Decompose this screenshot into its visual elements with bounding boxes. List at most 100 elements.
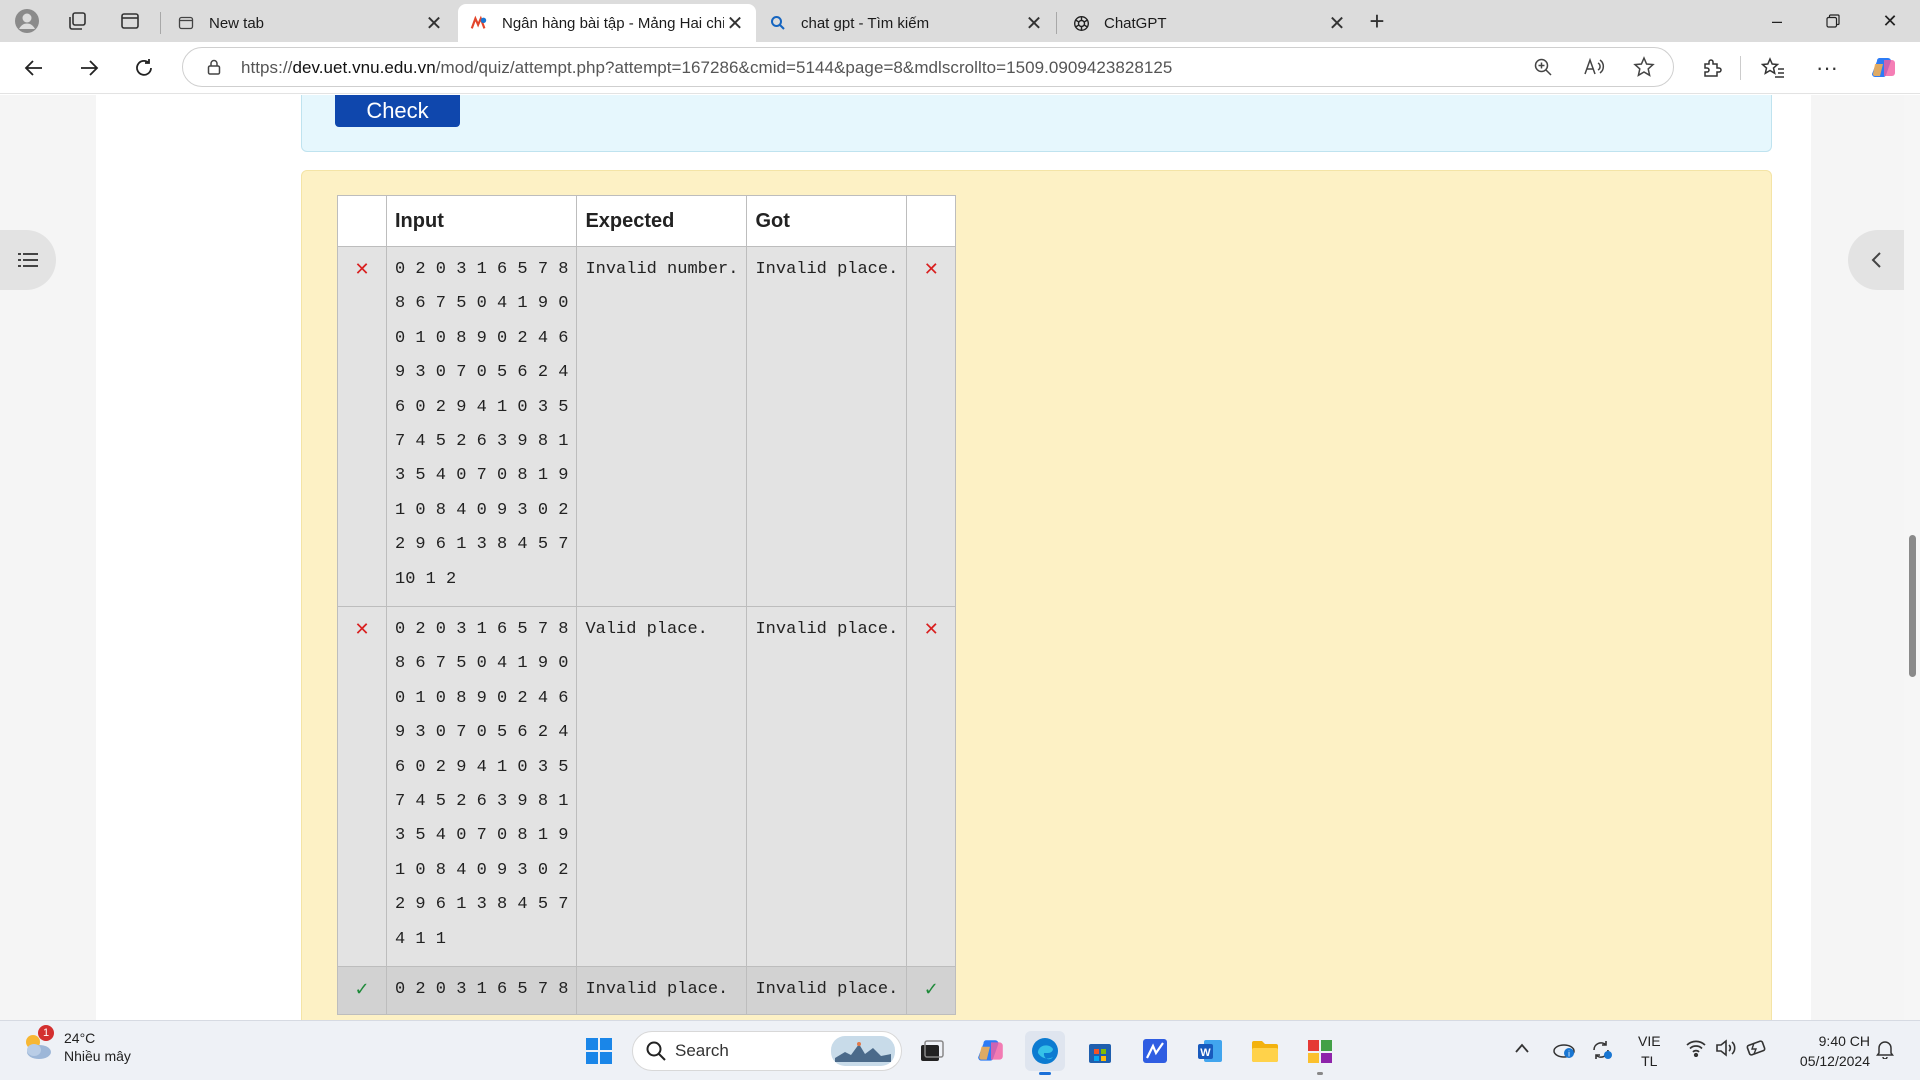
row-status-cell: ✕ (337, 246, 387, 607)
close-tab-icon[interactable]: ✕ (423, 12, 445, 35)
svg-text:W: W (1200, 1047, 1211, 1059)
puzzle-icon (1704, 59, 1722, 77)
header-input: Input (385, 195, 578, 247)
expected-cell: Invalid place. (576, 965, 748, 1016)
input-line: 2 9 6 1 3 8 4 5 7 (395, 895, 569, 915)
input-line: 6 0 2 9 4 1 0 3 5 (395, 757, 569, 777)
battery-icon[interactable] (1745, 1039, 1769, 1062)
close-tab-icon[interactable]: ✕ (1326, 12, 1348, 35)
input-line: 9 3 0 7 0 5 6 2 4 (395, 723, 569, 743)
tab-chatgpt[interactable]: ChatGPT ✕ (1060, 4, 1358, 42)
read-aloud-icon[interactable] (1583, 57, 1605, 82)
row-result-cell: ✕ (906, 606, 957, 967)
address-bar[interactable]: https://dev.uet.vnu.edu.vn/mod/quiz/atte… (182, 47, 1674, 87)
app-taskbar-button[interactable] (1135, 1031, 1175, 1071)
close-window-button[interactable]: ✕ (1862, 0, 1918, 42)
cross-icon: ✕ (354, 259, 370, 280)
actual-output: Invalid place. (755, 260, 899, 279)
profile-icon (15, 9, 39, 33)
input-line: 1 0 8 4 0 9 3 0 2 (395, 860, 569, 880)
notification-bell-icon[interactable] (1876, 1039, 1894, 1064)
lock-icon[interactable] (205, 58, 223, 81)
word-icon: W (1198, 1040, 1222, 1062)
weather-description: Nhiều mây (64, 1048, 131, 1064)
tab-bing-search[interactable]: chat gpt - Tìm kiếm ✕ (757, 4, 1055, 42)
row-status-cell: ✕ (337, 606, 387, 967)
checkmark-icon: ✓ (354, 979, 370, 1000)
input-cell: 0 2 0 3 1 6 5 7 8 8 6 7 5 0 4 1 9 0 0 1 … (385, 246, 578, 607)
check-button[interactable]: Check (335, 95, 460, 127)
table-row: ✓ 0 2 0 3 1 6 5 7 8 Invalid place. Inval… (337, 965, 957, 1016)
input-line: 0 2 0 3 1 6 5 7 8 (395, 260, 569, 279)
new-tab-button[interactable]: + (1360, 5, 1394, 37)
store-taskbar-button[interactable] (1080, 1031, 1120, 1071)
edge-icon (1032, 1038, 1058, 1064)
tab-title: New tab (209, 14, 265, 32)
input-line: 3 5 4 0 7 0 8 1 9 (395, 466, 569, 486)
cross-icon: ✕ (354, 619, 370, 640)
start-button[interactable] (579, 1031, 619, 1071)
weather-widget[interactable]: 1 24°C Nhiều mây (20, 1025, 131, 1065)
settings-more-button[interactable]: ··· (1809, 50, 1845, 86)
sync-icon[interactable] (1590, 1039, 1614, 1066)
zoom-icon[interactable] (1533, 57, 1553, 82)
system-clock[interactable]: 9:40 CH 05/12/2024 (1780, 1031, 1870, 1071)
favorites-list-icon (1761, 57, 1784, 78)
page-scrollbar[interactable] (1904, 95, 1920, 1020)
cross-icon: ✕ (923, 619, 939, 640)
course-index-toggle[interactable] (0, 230, 56, 290)
openai-icon (1072, 14, 1090, 32)
scrollbar-thumb[interactable] (1909, 535, 1916, 677)
folder-icon (1252, 1041, 1278, 1062)
extensions-button[interactable] (1694, 50, 1730, 86)
check-panel (301, 95, 1772, 152)
back-button[interactable] (16, 50, 52, 86)
tab-separator (160, 12, 161, 34)
close-tab-icon[interactable]: ✕ (1023, 12, 1045, 35)
chevron-up-icon[interactable] (1514, 1041, 1530, 1059)
input-line: 10 1 2 (395, 569, 457, 589)
collections-button[interactable] (60, 5, 94, 37)
copilot-taskbar-button[interactable] (971, 1031, 1011, 1071)
bing-search-icon (769, 14, 787, 32)
url-text[interactable]: https://dev.uet.vnu.edu.vn/mod/quiz/atte… (241, 58, 1172, 78)
tab-quiz-bank[interactable]: Ngân hàng bài tập - Mảng Hai chiều ✕ (458, 4, 756, 42)
taskbar-search-box[interactable]: Search (632, 1031, 902, 1071)
volume-icon[interactable] (1715, 1039, 1737, 1062)
running-app-indicator (1317, 1072, 1323, 1075)
favorite-star-icon[interactable] (1633, 56, 1655, 83)
edge-taskbar-button[interactable] (1025, 1031, 1065, 1075)
new-tab-page-icon (177, 14, 195, 32)
arrow-right-icon (81, 60, 99, 76)
microsoft-store-icon (1089, 1044, 1111, 1063)
keyboard-layout: TL (1641, 1053, 1658, 1069)
restore-button[interactable] (1805, 0, 1861, 42)
toolbar-divider (1740, 56, 1741, 80)
copilot-button[interactable] (1866, 50, 1902, 86)
minimize-button[interactable]: – (1749, 0, 1805, 42)
windows-logo-icon (586, 1038, 612, 1064)
file-explorer-taskbar-button[interactable] (1245, 1031, 1285, 1071)
forward-button[interactable] (71, 50, 107, 86)
windows-taskbar: 1 24°C Nhiều mây Search W i VIE TL 9:40 … (0, 1020, 1920, 1080)
app-taskbar-button[interactable] (1300, 1031, 1340, 1075)
task-view-button[interactable] (912, 1031, 952, 1071)
input-line: 0 2 0 3 1 6 5 7 8 (395, 620, 569, 639)
input-line: 6 0 2 9 4 1 0 3 5 (395, 397, 569, 417)
search-label: Search (675, 1041, 729, 1060)
wifi-icon[interactable] (1685, 1039, 1707, 1062)
vertical-tabs-button[interactable] (113, 5, 147, 37)
profile-button[interactable] (10, 5, 44, 37)
close-tab-icon[interactable]: ✕ (724, 12, 746, 35)
tab-new-tab[interactable]: New tab ✕ (165, 4, 455, 42)
row-status-cell: ✓ (337, 965, 387, 1016)
block-drawer-toggle[interactable] (1848, 230, 1904, 290)
header-result (906, 195, 957, 247)
input-line: 0 2 0 3 1 6 5 7 8 (395, 980, 569, 999)
word-taskbar-button[interactable]: W (1190, 1031, 1230, 1071)
favorites-button[interactable] (1755, 50, 1791, 86)
onedrive-icon[interactable]: i (1552, 1039, 1576, 1064)
refresh-button[interactable] (126, 50, 162, 86)
test-results-table: Input Expected Got ✕ 0 2 0 3 1 6 5 7 8 8… (337, 195, 957, 1016)
input-language-indicator[interactable]: VIE TL (1638, 1031, 1661, 1071)
